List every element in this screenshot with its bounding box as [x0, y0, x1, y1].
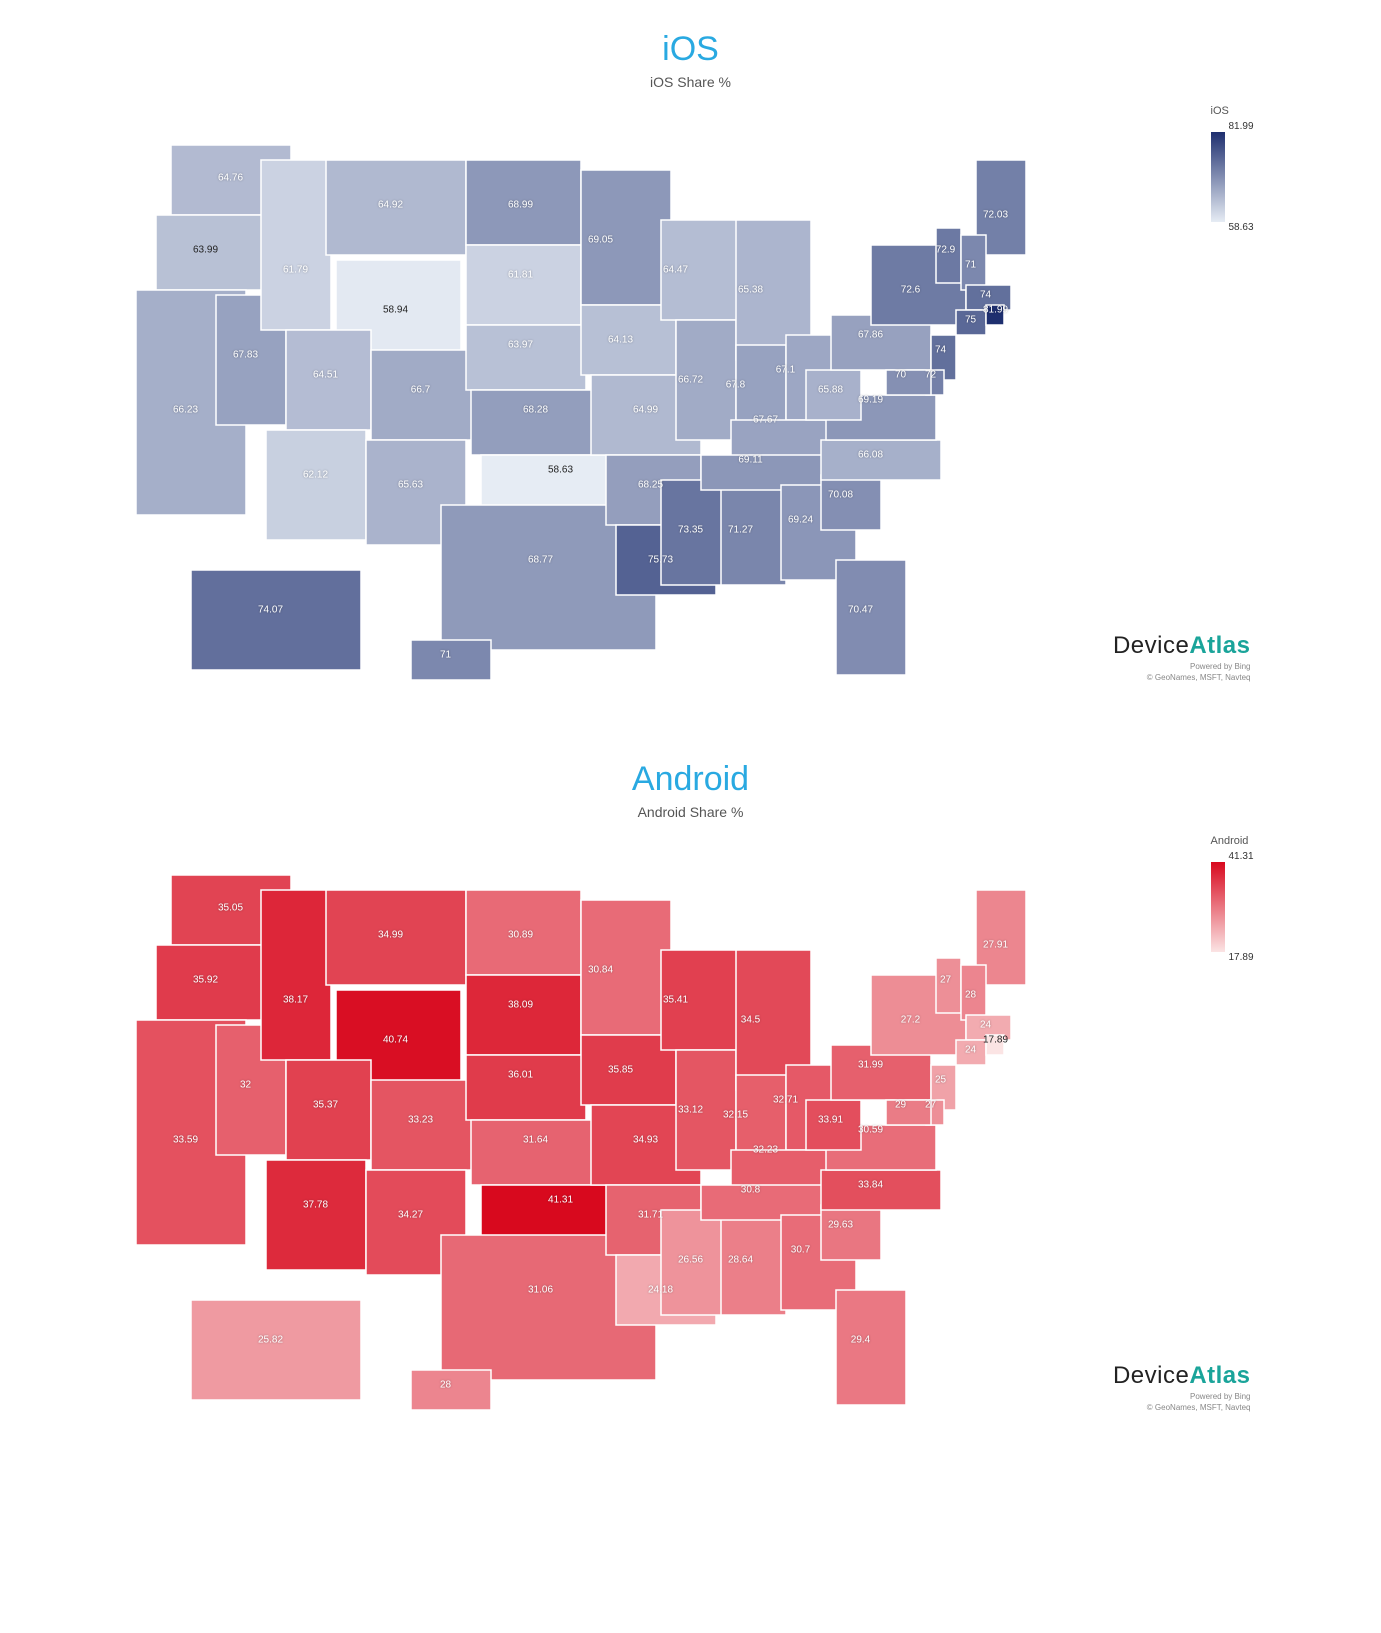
brand-credit2: © GeoNames, MSFT, Navteq: [1113, 1403, 1251, 1412]
brand-credit1: Powered by Bing: [1113, 1392, 1251, 1401]
legend-min: 17.89: [1229, 952, 1271, 963]
state-il[interactable]: [676, 320, 736, 440]
state-hi[interactable]: [411, 1370, 491, 1410]
state-nh[interactable]: [961, 965, 986, 1020]
state-ne[interactable]: [466, 325, 586, 390]
state-sc[interactable]: [821, 475, 881, 530]
state-id[interactable]: [261, 160, 331, 330]
legend-gradient: [1211, 132, 1225, 222]
state-ms[interactable]: [661, 480, 726, 585]
android-heading: Android: [0, 760, 1381, 799]
state-ri[interactable]: [986, 1035, 1004, 1055]
android-subtitle: Android Share %: [0, 804, 1381, 820]
brand-credit1: Powered by Bing: [1113, 662, 1251, 671]
state-nc[interactable]: [821, 1170, 941, 1210]
android-map: Android 41.31 17.89 DeviceAtlas Powered …: [101, 830, 1281, 1430]
state-md[interactable]: [886, 370, 931, 395]
brand-block: DeviceAtlas Powered by Bing © GeoNames, …: [1113, 1362, 1251, 1412]
state-nd[interactable]: [466, 890, 581, 975]
state-sd[interactable]: [466, 975, 581, 1055]
legend-title: Android: [1211, 835, 1271, 847]
state-mn[interactable]: [581, 900, 671, 1035]
ios-map: iOS 81.99 58.63 DeviceAtlas Powered by B…: [101, 100, 1281, 700]
state-nc[interactable]: [821, 440, 941, 480]
state-ks[interactable]: [471, 390, 606, 455]
state-co[interactable]: [371, 350, 481, 440]
state-wv[interactable]: [806, 1100, 861, 1150]
state-sc[interactable]: [821, 1205, 881, 1260]
ios-heading: iOS: [0, 30, 1381, 69]
state-vt[interactable]: [936, 958, 961, 1013]
state-or[interactable]: [156, 215, 266, 290]
state-wi[interactable]: [661, 950, 741, 1050]
ios-legend: iOS 81.99 58.63: [1211, 105, 1271, 233]
state-mt[interactable]: [326, 890, 466, 985]
state-nd[interactable]: [466, 160, 581, 245]
state-ms[interactable]: [661, 1210, 726, 1315]
state-md[interactable]: [886, 1100, 931, 1125]
brand-logo: DeviceAtlas: [1113, 632, 1251, 660]
state-sd[interactable]: [466, 245, 581, 325]
state-mn[interactable]: [581, 170, 671, 305]
state-az[interactable]: [266, 1160, 366, 1270]
state-fl[interactable]: [836, 1290, 906, 1405]
state-ct[interactable]: [956, 310, 986, 335]
state-fl[interactable]: [836, 560, 906, 675]
state-ut[interactable]: [286, 1060, 371, 1160]
state-az[interactable]: [266, 430, 366, 540]
legend-title: iOS: [1211, 105, 1271, 117]
state-ut[interactable]: [286, 330, 371, 430]
state-al[interactable]: [721, 480, 786, 585]
state-ak[interactable]: [191, 570, 361, 670]
state-wv[interactable]: [806, 370, 861, 420]
legend-min: 58.63: [1229, 222, 1271, 233]
state-co[interactable]: [371, 1080, 481, 1170]
state-mt[interactable]: [326, 160, 466, 255]
state-vt[interactable]: [936, 228, 961, 283]
ios-subtitle: iOS Share %: [0, 74, 1381, 90]
state-al[interactable]: [721, 1210, 786, 1315]
state-il[interactable]: [676, 1050, 736, 1170]
brand-block: DeviceAtlas Powered by Bing © GeoNames, …: [1113, 632, 1251, 682]
brand-logo: DeviceAtlas: [1113, 1362, 1251, 1390]
state-ct[interactable]: [956, 1040, 986, 1065]
state-hi[interactable]: [411, 640, 491, 680]
android-legend: Android 41.31 17.89: [1211, 835, 1271, 963]
state-ne[interactable]: [466, 1055, 586, 1120]
state-id[interactable]: [261, 890, 331, 1060]
legend-max: 41.31: [1229, 851, 1271, 862]
legend-max: 81.99: [1229, 121, 1271, 132]
state-ks[interactable]: [471, 1120, 606, 1185]
state-ri[interactable]: [986, 305, 1004, 325]
state-ak[interactable]: [191, 1300, 361, 1400]
state-nh[interactable]: [961, 235, 986, 290]
brand-credit2: © GeoNames, MSFT, Navteq: [1113, 673, 1251, 682]
legend-gradient: [1211, 862, 1225, 952]
state-or[interactable]: [156, 945, 266, 1020]
state-wi[interactable]: [661, 220, 741, 320]
